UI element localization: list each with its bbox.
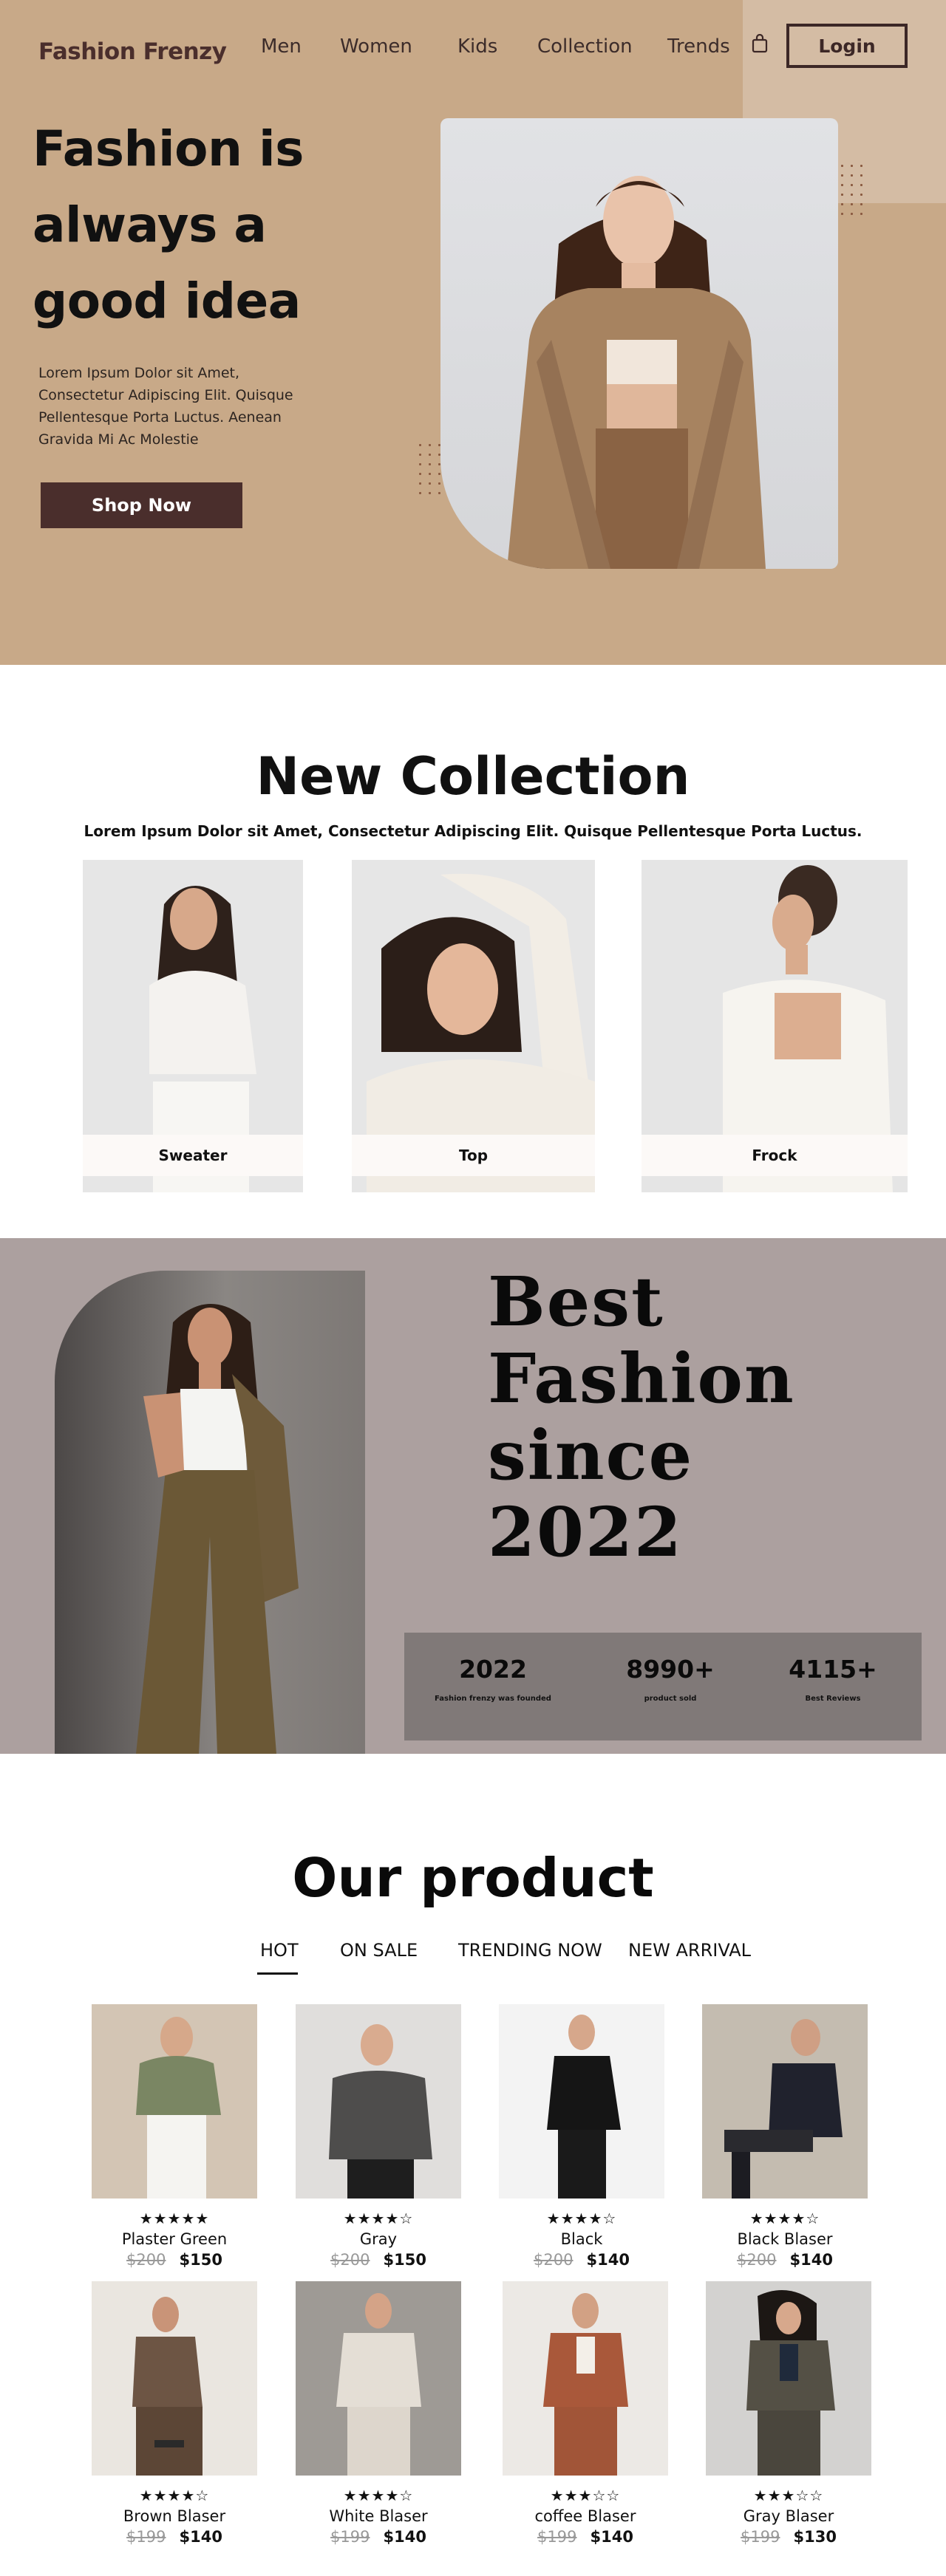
- product-image: [92, 2004, 257, 2199]
- current-price: $150: [383, 2251, 426, 2269]
- best-fashion-section: Best Fashion since 2022 2022 Fashion fre…: [0, 1238, 946, 1754]
- product-price: $200 $140: [499, 2251, 664, 2269]
- rating-stars: ★★★★☆: [343, 2210, 414, 2227]
- nav-link-kids[interactable]: Kids: [457, 35, 497, 58]
- product-image: [296, 2004, 461, 2199]
- product-price: $199 $140: [92, 2528, 257, 2546]
- brand-logo[interactable]: Fashion Frenzy: [38, 38, 227, 65]
- best-fashion-title: Best Fashion since 2022: [488, 1262, 795, 1572]
- product-name[interactable]: Plaster Green: [92, 2230, 257, 2248]
- tab-on-sale[interactable]: ON SALE: [340, 1940, 418, 1961]
- collection-card-top[interactable]: Top: [352, 860, 595, 1192]
- current-price: $140: [789, 2251, 833, 2269]
- nav-link-collection[interactable]: Collection: [537, 35, 633, 58]
- stat-reviews-label: Best Reviews: [805, 1695, 861, 1703]
- product-price: $199 $130: [706, 2528, 871, 2546]
- rating-stars: ★★★★☆: [546, 2210, 617, 2227]
- tab-trending-now[interactable]: TRENDING NOW: [458, 1940, 602, 1961]
- current-price: $130: [793, 2528, 837, 2546]
- product-name[interactable]: Black Blaser: [702, 2230, 868, 2248]
- old-price: $199: [330, 2528, 370, 2546]
- product-image: [706, 2281, 871, 2476]
- product-name[interactable]: Black: [499, 2230, 664, 2248]
- nav-link-men[interactable]: Men: [261, 35, 302, 58]
- old-price: $200: [126, 2251, 166, 2269]
- our-product-title: Our product: [292, 1847, 654, 1909]
- old-price: $199: [741, 2528, 780, 2546]
- login-button[interactable]: Login: [786, 24, 908, 68]
- collection-card-frock[interactable]: Frock: [642, 860, 908, 1192]
- shop-now-button[interactable]: Shop Now: [41, 482, 242, 528]
- product-price: $200 $150: [92, 2251, 257, 2269]
- current-price: $140: [383, 2528, 426, 2546]
- product-name[interactable]: Gray Blaser: [706, 2507, 871, 2525]
- old-price: $199: [537, 2528, 577, 2546]
- product-price: $199 $140: [296, 2528, 461, 2546]
- card-label-frock: Frock: [642, 1135, 908, 1176]
- card-label-top: Top: [352, 1135, 595, 1176]
- old-price: $199: [126, 2528, 166, 2546]
- card-label-sweater: Sweater: [83, 1135, 303, 1176]
- nav-link-women[interactable]: Women: [340, 35, 412, 58]
- current-price: $150: [179, 2251, 222, 2269]
- rating-stars: ★★★★★: [139, 2210, 210, 2227]
- shopping-bag-icon[interactable]: [751, 34, 769, 53]
- rating-stars: ★★★★☆: [139, 2487, 210, 2504]
- product-price: $200 $150: [296, 2251, 461, 2269]
- product-price: $199 $140: [503, 2528, 668, 2546]
- old-price: $200: [534, 2251, 574, 2269]
- stat-sold-value: 8990+: [626, 1655, 715, 1684]
- product-image: [92, 2281, 257, 2476]
- rating-stars: ★★★☆☆: [550, 2487, 621, 2504]
- product-image: [296, 2281, 461, 2476]
- product-image: [702, 2004, 868, 2199]
- rating-stars: ★★★★☆: [343, 2487, 414, 2504]
- stat-founded-label: Fashion frenzy was founded: [435, 1695, 551, 1703]
- stat-sold-label: product sold: [644, 1695, 697, 1703]
- stat-reviews-value: 4115+: [789, 1655, 877, 1684]
- new-collection-subtitle: Lorem Ipsum Dolor sit Amet, Consectetur …: [84, 822, 862, 840]
- stats-panel: 2022 Fashion frenzy was founded 8990+ pr…: [404, 1633, 922, 1740]
- product-name[interactable]: Brown Blaser: [92, 2507, 257, 2525]
- product-image: [499, 2004, 664, 2199]
- hero-description: Lorem Ipsum Dolor sit Amet, Consectetur …: [38, 365, 293, 448]
- product-price: $200 $140: [702, 2251, 868, 2269]
- hero-section: Fashion Frenzy Men Women Kids Collection…: [0, 0, 946, 665]
- old-price: $200: [330, 2251, 370, 2269]
- new-collection-title: New Collection: [256, 746, 690, 807]
- product-image: [503, 2281, 668, 2476]
- product-name[interactable]: coffee Blaser: [503, 2507, 668, 2525]
- nav-link-trends[interactable]: Trends: [667, 35, 730, 58]
- current-price: $140: [586, 2251, 630, 2269]
- active-tab-underline: [257, 1972, 298, 1975]
- hero-model-image: [440, 118, 838, 569]
- rating-stars: ★★★★☆: [749, 2210, 820, 2227]
- current-price: $140: [179, 2528, 222, 2546]
- stat-founded-value: 2022: [459, 1655, 527, 1684]
- collection-card-sweater[interactable]: Sweater: [83, 860, 303, 1192]
- current-price: $140: [590, 2528, 633, 2546]
- product-name[interactable]: White Blaser: [296, 2507, 461, 2525]
- tab-new-arrival[interactable]: NEW ARRIVAL: [628, 1940, 751, 1961]
- tab-hot[interactable]: HOT: [260, 1940, 299, 1961]
- old-price: $200: [737, 2251, 777, 2269]
- hero-title: Fashion is always a good idea: [33, 120, 304, 329]
- best-fashion-model-image: [55, 1271, 365, 1754]
- product-name[interactable]: Gray: [296, 2230, 461, 2248]
- rating-stars: ★★★☆☆: [753, 2487, 824, 2504]
